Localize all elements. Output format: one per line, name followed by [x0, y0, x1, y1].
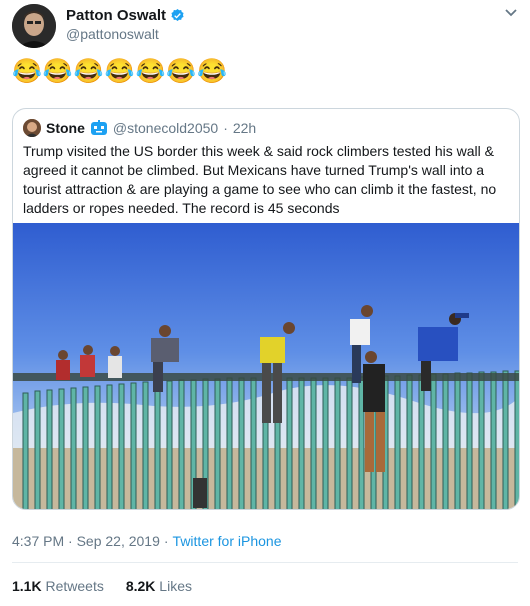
chevron-down-icon[interactable]	[504, 8, 518, 18]
quoted-photo[interactable]	[13, 223, 520, 510]
engagement-stats: 1.1K Retweets 8.2K Likes	[12, 578, 192, 594]
author-name-row[interactable]: Patton Oswalt	[66, 7, 185, 24]
likes-stat[interactable]: 8.2K Likes	[126, 578, 192, 594]
tweet-meta: 4:37 PM · Sep 22, 2019 · Twitter for iPh…	[12, 533, 281, 549]
quoted-author-handle: @stonecold2050	[112, 120, 219, 136]
quoted-dot: ·	[223, 120, 228, 136]
tweet-body: 😂😂😂😂😂😂😂	[12, 58, 229, 85]
verified-badge-icon	[171, 8, 184, 21]
bot-badge-icon	[90, 120, 107, 135]
quoted-author-name: Stone	[46, 120, 85, 136]
avatar[interactable]	[12, 4, 56, 48]
quoted-avatar	[23, 119, 41, 137]
retweets-label: Retweets	[45, 578, 104, 594]
divider	[12, 562, 518, 563]
author-name[interactable]: Patton Oswalt	[66, 7, 166, 24]
tweet-timestamp[interactable]: 4:37 PM · Sep 22, 2019	[12, 533, 160, 549]
meta-separator: ·	[163, 533, 169, 549]
quoted-text: Trump visited the US border this week & …	[23, 143, 497, 216]
likes-count: 8.2K	[125, 578, 156, 594]
tweet-source-link[interactable]: Twitter for iPhone	[173, 533, 282, 549]
quoted-tweet[interactable]: Stone @stonecold2050 · 22h Trump visited…	[12, 108, 520, 510]
author-handle[interactable]: @pattonoswalt	[66, 26, 159, 42]
quoted-age: 22h	[232, 120, 257, 136]
retweets-stat[interactable]: 1.1K Retweets	[12, 578, 104, 594]
likes-label: Likes	[159, 578, 192, 594]
quoted-tweet-header: Stone @stonecold2050 · 22h	[23, 119, 256, 137]
retweets-count: 1.1K	[12, 578, 42, 594]
